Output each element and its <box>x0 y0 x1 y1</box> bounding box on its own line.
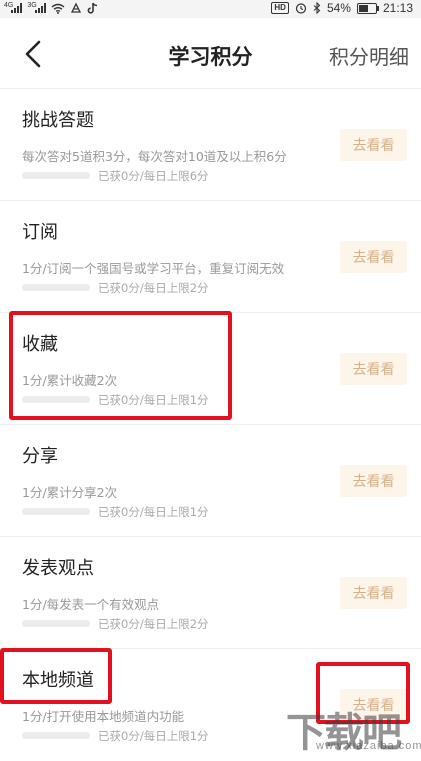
status-bar: 4G 3G HD 54% 21:13 <box>0 0 421 18</box>
task-progress-bar <box>22 284 90 291</box>
bluetooth-icon <box>313 2 321 14</box>
task-status: 已获0分/每日上限1分 <box>98 729 209 743</box>
task-status: 已获0分/每日上限1分 <box>98 505 209 519</box>
task-status: 已获0分/每日上限2分 <box>98 281 209 295</box>
task-title: 挑战答题 <box>22 110 94 131</box>
go-see-button[interactable]: 去看看 <box>340 353 407 385</box>
sim1-signal-icon: 4G <box>4 2 23 13</box>
sim2-label: 3G <box>27 2 37 9</box>
task-status: 已获0分/每日上限2分 <box>98 617 209 631</box>
points-detail-link[interactable]: 积分明细 <box>329 41 409 70</box>
battery-icon <box>356 2 379 14</box>
go-see-button[interactable]: 去看看 <box>340 577 407 609</box>
header: 学习积分 积分明细 <box>0 18 421 88</box>
go-see-button[interactable]: 去看看 <box>340 129 407 161</box>
task-title: 分享 <box>22 446 58 467</box>
status-left: 4G 3G <box>4 2 98 14</box>
task-title: 订阅 <box>22 222 58 243</box>
battery-percent: 54% <box>326 1 351 15</box>
tiktok-icon <box>87 2 97 14</box>
battery-fill <box>358 4 368 12</box>
task-row: 订阅 1分/订阅一个强国号或学习平台，重复订阅无效 已获0分/每日上限2分 去看… <box>0 200 421 312</box>
notification-icon <box>70 2 81 13</box>
go-see-button[interactable]: 去看看 <box>340 465 407 497</box>
task-progress-bar <box>22 172 90 179</box>
task-row: 发表观点 1分/每发表一个有效观点 已获0分/每日上限2分 去看看 <box>0 536 421 648</box>
task-progress-bar <box>22 508 90 515</box>
status-right: HD 54% 21:13 <box>271 1 413 15</box>
task-description: 1分/打开使用本地频道内功能 <box>22 709 185 724</box>
task-row: 分享 1分/累计分享2次 已获0分/每日上限1分 去看看 <box>0 424 421 536</box>
wifi-icon <box>51 3 65 14</box>
watermark-url: www.xiazaiba.com <box>316 740 421 752</box>
task-status: 已获0分/每日上限6分 <box>98 169 209 183</box>
alarm-icon <box>295 3 307 14</box>
highlight-box-local-channel <box>0 648 112 704</box>
highlight-box-favorites <box>9 311 232 420</box>
go-see-button[interactable]: 去看看 <box>340 241 407 273</box>
sim1-label: 4G <box>4 2 14 9</box>
clock: 21:13 <box>382 1 413 15</box>
watermark: 下载吧 www.xiazaiba.com <box>286 700 421 758</box>
screen: 4G 3G HD 54% 21:13 学习积分 积分明细 挑战答题 每次答对5道… <box>0 0 421 761</box>
task-progress-bar <box>22 620 90 627</box>
task-row: 挑战答题 每次答对5道积3分，每次答对10道及以上积6分 已获0分/每日上限6分… <box>0 88 421 200</box>
task-description: 1分/每发表一个有效观点 <box>22 597 160 612</box>
sim2-signal-icon: 3G <box>27 2 46 13</box>
task-description: 1分/累计分享2次 <box>22 485 118 500</box>
task-description: 每次答对5道积3分，每次答对10道及以上积6分 <box>22 149 287 164</box>
task-title: 发表观点 <box>22 558 94 579</box>
hd-icon: HD <box>271 2 289 14</box>
task-description: 1分/订阅一个强国号或学习平台，重复订阅无效 <box>22 261 285 276</box>
task-progress-bar <box>22 732 90 739</box>
